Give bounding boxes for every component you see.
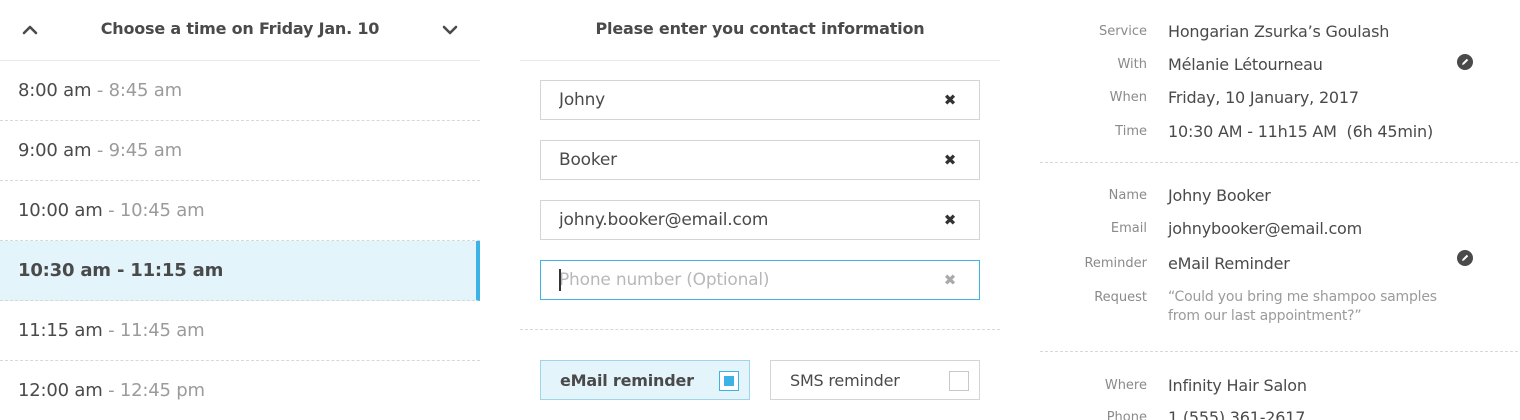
edit-contact-button[interactable]: [1457, 250, 1473, 266]
time-slot[interactable]: 9:00 am - 9:45 am: [0, 121, 480, 181]
checkbox-checked-icon: [719, 371, 739, 391]
contact-form-title: Please enter you contact information: [595, 19, 925, 38]
slot-separator: -: [110, 260, 131, 281]
edit-service-button[interactable]: [1457, 54, 1473, 70]
summary-label: Where: [1104, 378, 1147, 393]
slot-end: 11:15 am: [130, 260, 224, 281]
first-name-field: ✖: [540, 80, 980, 120]
phone-input[interactable]: [541, 261, 941, 299]
time-slot-label: 11:15 am - 11:45 am: [18, 320, 205, 341]
slot-end: 11:45 am: [119, 320, 205, 341]
summary-label: Reminder: [1084, 256, 1147, 271]
summary-value: Hongarian Zsurka’s Goulash: [1168, 22, 1390, 41]
email-input[interactable]: [541, 201, 941, 239]
email-reminder-label: eMail reminder: [560, 371, 694, 390]
first-name-input[interactable]: [541, 81, 941, 119]
summary-label: With: [1117, 57, 1147, 72]
slot-separator: -: [102, 380, 120, 401]
phone-field: ✖: [540, 260, 980, 300]
summary-label: Name: [1108, 188, 1147, 203]
summary-value: “Could you bring me shampoo samples from…: [1168, 289, 1437, 324]
time-slot-selected[interactable]: 10:30 am - 11:15 am: [0, 241, 480, 301]
last-name-field: ✖: [540, 140, 980, 180]
time-slot-label: 10:30 am - 11:15 am: [18, 260, 223, 281]
edit-icon: [1462, 58, 1469, 65]
email-reminder-checkbox[interactable]: eMail reminder: [540, 360, 750, 400]
close-icon[interactable]: ✖: [943, 273, 957, 288]
slot-end: 8:45 am: [108, 80, 183, 101]
time-picker-header: Choose a time on Friday Jan. 10: [0, 0, 480, 61]
summary-value: johnybooker@email.com: [1168, 219, 1363, 238]
contact-form: Please enter you contact information ✖ ✖…: [520, 0, 1000, 420]
sms-reminder-checkbox[interactable]: SMS reminder: [770, 360, 980, 400]
slot-start: 10:30 am: [18, 260, 111, 281]
slot-separator: -: [91, 80, 109, 101]
summary-value: Infinity Hair Salon: [1168, 376, 1307, 395]
chevron-down-icon: [442, 25, 458, 35]
divider: [520, 329, 1000, 330]
last-name-input[interactable]: [541, 141, 941, 179]
close-icon[interactable]: ✖: [943, 213, 957, 228]
slot-separator: -: [102, 200, 120, 221]
time-picker: Choose a time on Friday Jan. 10 8:00 am …: [0, 0, 480, 420]
summary-value: Johny Booker: [1168, 186, 1271, 205]
chevron-up-icon: [22, 25, 38, 35]
previous-day-button[interactable]: [18, 18, 42, 42]
slot-end: 10:45 am: [119, 200, 205, 221]
edit-icon: [1462, 254, 1469, 261]
close-icon[interactable]: ✖: [943, 153, 957, 168]
slot-end: 12:45 pm: [119, 380, 205, 401]
summary-label: Request: [1094, 290, 1147, 305]
time-slot[interactable]: 11:15 am - 11:45 am: [0, 301, 480, 361]
summary-label: When: [1109, 90, 1147, 105]
time-slot[interactable]: 12:00 am - 12:45 pm: [0, 361, 480, 420]
text-cursor: [559, 269, 561, 291]
summary-label: Email: [1110, 221, 1147, 236]
contact-form-header: Please enter you contact information: [520, 0, 1000, 61]
next-day-button[interactable]: [438, 18, 462, 42]
summary-label: Phone: [1106, 410, 1147, 420]
time-picker-title: Choose a time on Friday Jan. 10: [100, 19, 380, 38]
summary-value: 10:30 AM - 11h15 AM (6h 45min): [1168, 122, 1433, 141]
slot-start: 10:00 am: [18, 200, 103, 221]
summary-value: Mélanie Létourneau: [1168, 55, 1323, 74]
slot-separator: -: [91, 140, 109, 161]
summary-value: Friday, 10 January, 2017: [1168, 88, 1359, 107]
slot-end: 9:45 am: [108, 140, 183, 161]
sms-reminder-label: SMS reminder: [790, 371, 900, 390]
close-icon[interactable]: ✖: [943, 93, 957, 108]
slot-separator: -: [102, 320, 120, 341]
time-slot[interactable]: 8:00 am - 8:45 am: [0, 61, 480, 121]
divider: [1040, 162, 1518, 163]
time-slot-label: 8:00 am - 8:45 am: [18, 80, 182, 101]
summary-value: 1 (555) 361-2617: [1168, 408, 1306, 420]
divider: [1040, 351, 1518, 352]
summary-label: Service: [1098, 24, 1147, 39]
checkbox-unchecked-icon: [949, 371, 969, 391]
email-field: ✖: [540, 200, 980, 240]
summary-label: Time: [1115, 124, 1147, 139]
time-slot-label: 10:00 am - 10:45 am: [18, 200, 205, 221]
time-slot-label: 12:00 am - 12:45 pm: [18, 380, 205, 401]
slot-start: 9:00 am: [18, 140, 92, 161]
slot-start: 12:00 am: [18, 380, 103, 401]
time-slot-label: 9:00 am - 9:45 am: [18, 140, 182, 161]
slot-start: 11:15 am: [18, 320, 103, 341]
time-slot[interactable]: 10:00 am - 10:45 am: [0, 181, 480, 241]
slot-start: 8:00 am: [18, 80, 92, 101]
booking-summary: Service Hongarian Zsurka’s Goulash With …: [1040, 0, 1520, 420]
summary-value: eMail Reminder: [1168, 254, 1290, 273]
